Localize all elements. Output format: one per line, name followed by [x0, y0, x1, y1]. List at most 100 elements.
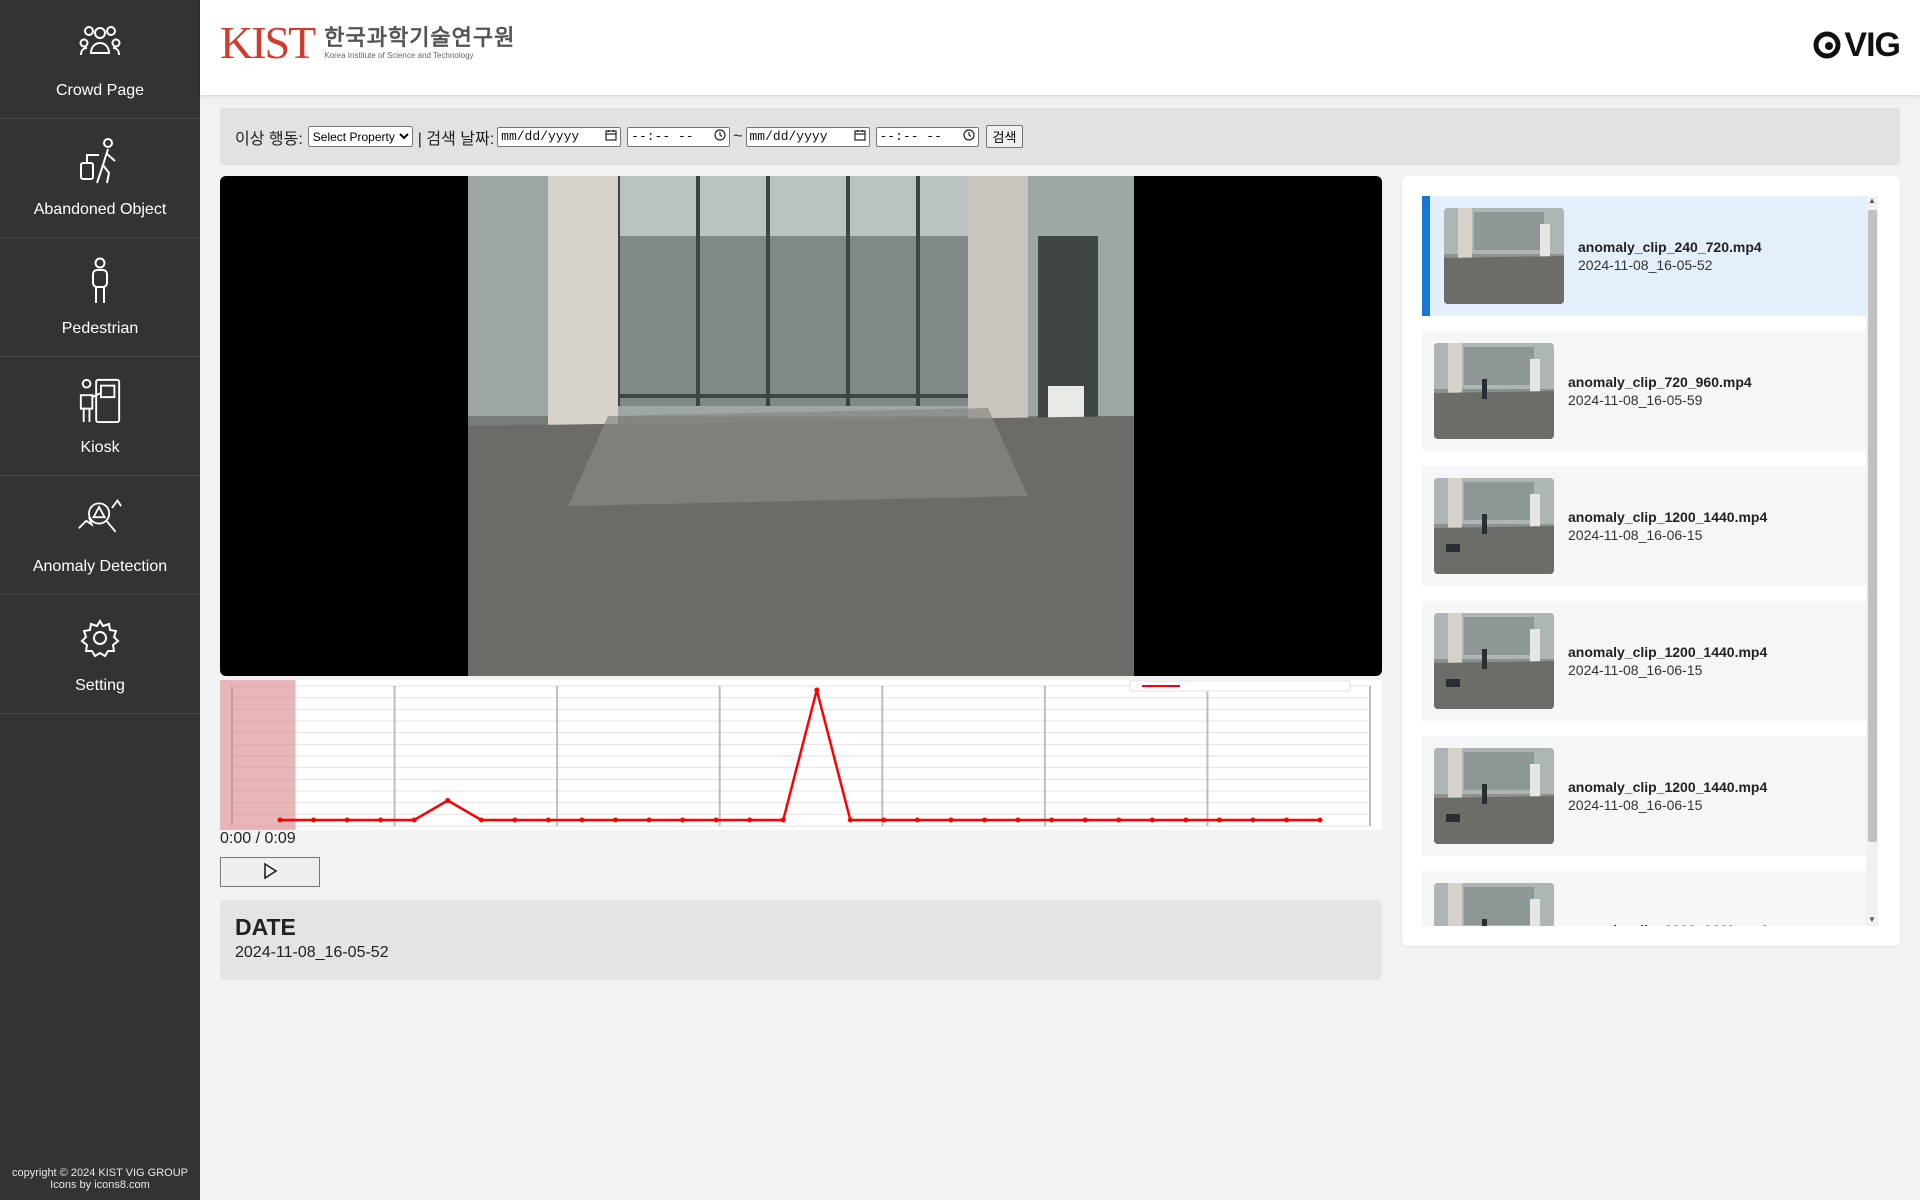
- anomaly-score-chart[interactable]: [220, 680, 1382, 830]
- date-title: DATE: [235, 914, 296, 940]
- clip-thumbnail: [1434, 613, 1554, 709]
- data-point: [612, 817, 618, 823]
- eye-icon: [1812, 29, 1842, 68]
- time-display: 0:00 / 0:09: [220, 830, 296, 847]
- sidebar-item-label: Crowd Page: [55, 82, 145, 99]
- clip-item[interactable]: anomaly_clip_240_720.mp4 2024-11-08_16-05…: [1422, 196, 1868, 316]
- kist-logo-english: Korea Institute of Science and Technolog…: [324, 51, 474, 60]
- clip-name: anomaly_clip_1200_1440.mp4: [1568, 509, 1768, 525]
- data-point: [814, 687, 820, 693]
- anomaly-search-icon: [77, 494, 123, 544]
- data-point: [646, 817, 652, 823]
- calendar-icon[interactable]: [853, 129, 866, 145]
- kist-logo-mark: KIST: [220, 17, 316, 68]
- clip-date: 2024-11-08_16-05-59: [1568, 392, 1703, 408]
- clip-name: anomaly_clip_1200_1440.mp4: [1568, 922, 1767, 926]
- clip-thumbnail: [1434, 343, 1554, 439]
- end-date-placeholder: mm/dd/yyyy: [749, 129, 828, 144]
- video-player[interactable]: [220, 176, 1382, 676]
- clip-name: anomaly_clip_1200_1440.mp4: [1568, 779, 1768, 795]
- clip-info: anomaly_clip_1200_1440.mp4 2024-11-08_16-…: [1568, 509, 1767, 543]
- start-time-placeholder: --:-- --: [631, 129, 694, 144]
- sidebar-item-crowd-page[interactable]: Crowd Page: [0, 0, 200, 119]
- scrollbar-thumb[interactable]: [1868, 210, 1877, 842]
- sidebar-item-label: Pedestrian: [61, 320, 139, 337]
- scroll-down-icon[interactable]: ▼: [1868, 915, 1876, 924]
- vig-logo: VIG: [1812, 26, 1901, 68]
- sidebar-item-setting[interactable]: Setting: [0, 595, 200, 714]
- scroll-up-icon[interactable]: ▲: [1868, 196, 1876, 205]
- clock-icon[interactable]: [962, 128, 975, 145]
- playhead-highlight: [220, 680, 296, 830]
- clip-date: 2024-11-08_16-06-15: [1568, 797, 1703, 813]
- clip-date: 2024-11-08_16-06-15: [1568, 527, 1703, 543]
- clip-item[interactable]: anomaly_clip_1200_1440.mp4 2024-11-08_16-…: [1422, 736, 1868, 856]
- clip-info: anomaly_clip_1200_1440.mp4 2024-11-08_16-…: [1568, 644, 1767, 678]
- sidebar-item-label: Kiosk: [80, 439, 120, 456]
- property-select[interactable]: Select Property: [307, 126, 413, 147]
- sidebar-item-label: Setting: [75, 677, 125, 694]
- data-point: [512, 817, 518, 823]
- sidebar-item-pedestrian[interactable]: Pedestrian: [0, 238, 200, 357]
- kist-logo-korean: 한국과학기술연구원: [324, 25, 516, 50]
- icons-credit: Icons by icons8.com: [50, 1179, 150, 1191]
- end-time-input[interactable]: --:-- --: [875, 126, 979, 147]
- clip-item[interactable]: anomaly_clip_1200_1440.mp4: [1422, 871, 1868, 926]
- sidebar-item-label: Abandoned Object: [33, 201, 167, 218]
- abandoned-luggage-icon: [77, 137, 123, 187]
- clip-date: 2024-11-08_16-06-15: [1568, 662, 1703, 678]
- play-icon: [262, 862, 278, 883]
- sidebar-item-anomaly-detection[interactable]: Anomaly Detection: [0, 476, 200, 595]
- data-point: [1250, 817, 1256, 823]
- clip-name: anomaly_clip_720_960.mp4: [1568, 374, 1752, 390]
- search-button[interactable]: 검색: [985, 125, 1024, 148]
- play-button[interactable]: [220, 857, 320, 887]
- sidebar-item-kiosk[interactable]: Kiosk: [0, 357, 200, 476]
- clip-date: 2024-11-08_16-05-52: [1578, 257, 1713, 273]
- date-label: | 검색 날짜:: [417, 130, 495, 148]
- data-point: [881, 817, 887, 823]
- data-point: [545, 817, 551, 823]
- data-point: [378, 817, 384, 823]
- behavior-label: 이상 행동:: [235, 130, 303, 148]
- copyright: copyright © 2024 KIST VIG GROUP Icons by…: [0, 1167, 200, 1191]
- date-value: 2024-11-08_16-05-52: [235, 944, 389, 961]
- clip-item[interactable]: anomaly_clip_1200_1440.mp4 2024-11-08_16-…: [1422, 601, 1868, 721]
- kist-logo[interactable]: KIST 한국과학기술연구원 Korea Institute of Scienc…: [220, 18, 515, 68]
- data-point: [1283, 817, 1289, 823]
- data-point: [411, 817, 417, 823]
- clip-info: anomaly_clip_240_720.mp4 2024-11-08_16-05…: [1578, 239, 1762, 273]
- clip-thumbnail: [1444, 208, 1564, 304]
- data-point: [747, 817, 753, 823]
- crowd-icon: [77, 18, 123, 68]
- kiosk-icon: [77, 375, 123, 425]
- sidebar-item-abandoned-object[interactable]: Abandoned Object: [0, 119, 200, 238]
- data-point: [1049, 817, 1055, 823]
- data-point: [780, 817, 786, 823]
- clip-list[interactable]: anomaly_clip_240_720.mp4 2024-11-08_16-05…: [1422, 196, 1868, 926]
- data-point: [914, 817, 920, 823]
- sidebar: Crowd Page Abandoned Object Pedestrian K…: [0, 0, 200, 1200]
- clock-icon[interactable]: [714, 128, 726, 145]
- clip-name: anomaly_clip_1200_1440.mp4: [1568, 644, 1768, 660]
- clip-name: anomaly_clip_240_720.mp4: [1578, 239, 1762, 255]
- data-point: [713, 817, 719, 823]
- data-point: [1216, 817, 1222, 823]
- clip-item[interactable]: anomaly_clip_720_960.mp4 2024-11-08_16-05…: [1422, 331, 1868, 451]
- data-point: [680, 817, 686, 823]
- gear-icon: [77, 613, 123, 663]
- kist-logo-text: 한국과학기술연구원 Korea Institute of Science and…: [324, 25, 515, 61]
- start-date-input[interactable]: mm/dd/yyyy: [497, 126, 622, 147]
- data-point: [948, 817, 954, 823]
- calendar-icon[interactable]: [605, 129, 617, 145]
- data-point: [277, 817, 283, 823]
- sidebar-item-label: Anomaly Detection: [32, 558, 168, 575]
- lobby-scene-image: [468, 176, 1134, 676]
- end-date-input[interactable]: mm/dd/yyyy: [745, 126, 870, 147]
- clip-item[interactable]: anomaly_clip_1200_1440.mp4 2024-11-08_16-…: [1422, 466, 1868, 586]
- clip-list-panel: anomaly_clip_240_720.mp4 2024-11-08_16-05…: [1402, 176, 1900, 946]
- chart-svg: [220, 680, 1371, 830]
- copyright-text: copyright © 2024 KIST VIG GROUP: [11, 1167, 189, 1179]
- clip-thumbnail: [1434, 748, 1554, 844]
- start-time-input[interactable]: --:-- --: [627, 126, 731, 147]
